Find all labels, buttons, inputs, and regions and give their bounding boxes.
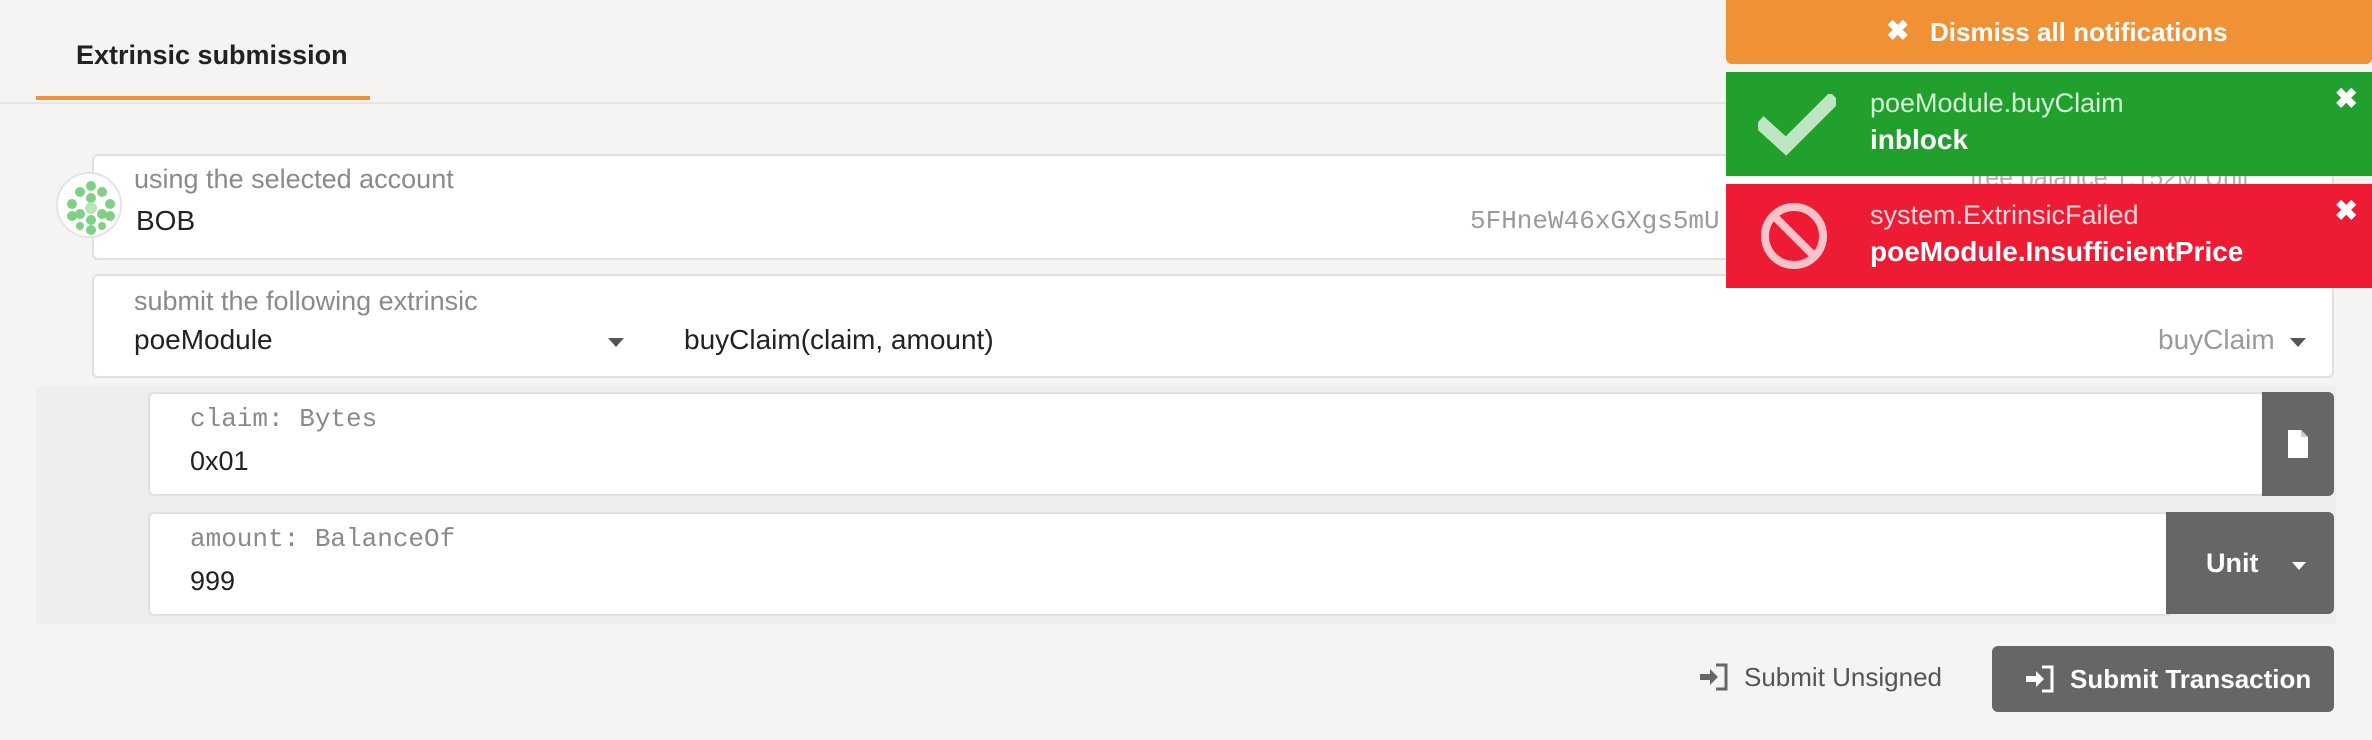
notification-error: system.ExtrinsicFailed poeModule.Insuffi… bbox=[1726, 184, 2372, 288]
close-icon: ✖ bbox=[1886, 15, 1910, 46]
claim-label: claim: Bytes bbox=[190, 404, 378, 434]
dismiss-all-notifications-button[interactable]: ✖ Dismiss all notifications bbox=[1726, 0, 2372, 64]
unit-label: Unit bbox=[2206, 548, 2259, 578]
blocked-icon bbox=[1761, 203, 1827, 269]
check-icon bbox=[1758, 94, 1836, 156]
amount-label: amount: BalanceOf bbox=[190, 524, 456, 554]
notification-title: system.ExtrinsicFailed bbox=[1870, 200, 2139, 230]
dismiss-all-label: Dismiss all notifications bbox=[1930, 17, 2228, 47]
chevron-down-icon bbox=[2292, 562, 2306, 570]
notification-status: poeModule.InsufficientPrice bbox=[1870, 236, 2244, 267]
claim-value: 0x01 bbox=[190, 446, 249, 476]
chevron-down-icon bbox=[608, 338, 624, 347]
module-value: poeModule bbox=[134, 324, 273, 355]
claim-input[interactable]: claim: Bytes 0x01 bbox=[148, 392, 2264, 496]
close-icon[interactable]: ✖ bbox=[2335, 194, 2358, 227]
module-dropdown[interactable]: poeModule bbox=[94, 276, 634, 376]
submit-transaction-button[interactable]: Submit Transaction bbox=[1992, 646, 2334, 712]
account-name: BOB bbox=[136, 205, 196, 236]
submit-transaction-label: Submit Transaction bbox=[2070, 664, 2312, 694]
account-label: using the selected account bbox=[134, 164, 454, 194]
amount-value: 999 bbox=[190, 566, 236, 596]
call-name: buyClaim bbox=[2158, 324, 2275, 355]
notification-success: poeModule.buyClaim inblock ✖ bbox=[1726, 72, 2372, 176]
sign-in-icon bbox=[1700, 663, 1728, 691]
submit-unsigned-label: Submit Unsigned bbox=[1744, 662, 1942, 692]
tab-extrinsic-submission[interactable]: Extrinsic submission bbox=[36, 0, 370, 100]
sign-in-icon bbox=[2026, 665, 2054, 693]
call-dropdown[interactable]: buyClaim(claim, amount) buyClaim bbox=[654, 276, 2334, 376]
notification-title: poeModule.buyClaim bbox=[1870, 88, 2124, 118]
call-signature: buyClaim(claim, amount) bbox=[684, 324, 994, 355]
extrinsic-selector: submit the following extrinsic poeModule… bbox=[92, 274, 2334, 378]
unit-dropdown[interactable]: Unit bbox=[2166, 512, 2334, 614]
chevron-down-icon bbox=[2290, 338, 2306, 347]
amount-input[interactable]: amount: BalanceOf 999 bbox=[148, 512, 2170, 616]
account-address: 5FHneW46xGXgs5mU bbox=[1470, 206, 1720, 236]
notification-status: inblock bbox=[1870, 124, 1969, 155]
file-icon bbox=[2288, 430, 2308, 458]
file-upload-button[interactable] bbox=[2262, 392, 2334, 496]
tab-label: Extrinsic submission bbox=[76, 40, 348, 70]
close-icon[interactable]: ✖ bbox=[2335, 82, 2358, 115]
account-avatar-icon bbox=[56, 172, 122, 238]
submit-unsigned-button[interactable]: Submit Unsigned bbox=[1698, 654, 1948, 700]
